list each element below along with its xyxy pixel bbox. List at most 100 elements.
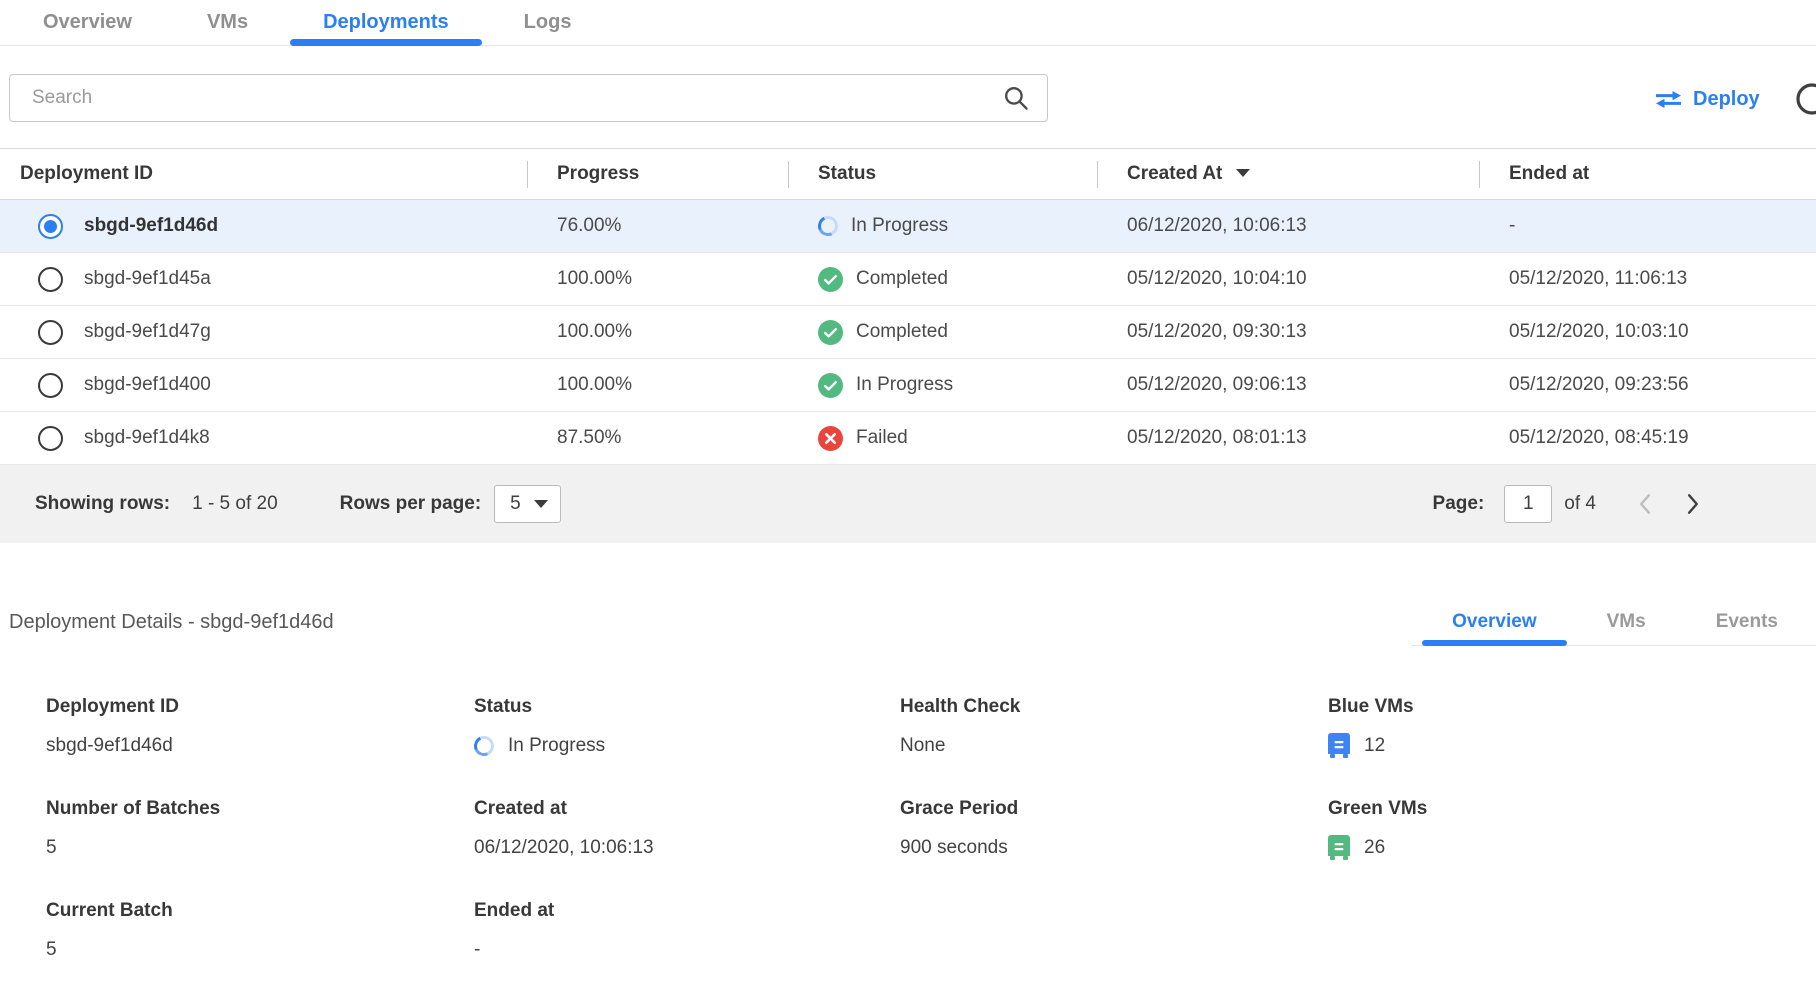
col-label: Created At	[1127, 163, 1222, 184]
blue-vm-icon	[1328, 733, 1350, 758]
field-label: Deployment ID	[46, 696, 474, 718]
field-value: 5	[46, 939, 57, 961]
details-tab-events[interactable]: Events	[1686, 599, 1808, 645]
col-label: Deployment ID	[20, 163, 153, 184]
chevron-left-icon	[1638, 493, 1651, 515]
deploy-transfer-icon	[1655, 90, 1682, 109]
search-icon	[1002, 84, 1030, 112]
details-grid: Deployment IDsbgd-9ef1d46dStatusIn Progr…	[0, 696, 1816, 1002]
status-label: In Progress	[851, 215, 948, 237]
field-value: 5	[46, 837, 57, 859]
progress-value: 100.00%	[527, 306, 788, 359]
table-row[interactable]: sbgd-9ef1d46d76.00%In Progress06/12/2020…	[0, 200, 1816, 253]
details-header: Deployment Details - sbgd-9ef1d46d Overv…	[0, 599, 1816, 646]
col-header-deployment-id[interactable]: Deployment ID	[0, 149, 527, 200]
status-label: Failed	[856, 427, 908, 449]
table-row[interactable]: sbgd-9ef1d47g100.00%Completed05/12/2020,…	[0, 306, 1816, 359]
column-divider	[527, 161, 528, 188]
detail-field-number-of-batches: Number of Batches5	[46, 798, 474, 860]
row-radio-button[interactable]	[38, 320, 63, 345]
deployment-id: sbgd-9ef1d46d	[84, 215, 218, 237]
search-input[interactable]	[9, 74, 1048, 122]
in-progress-spinner-icon	[471, 733, 497, 759]
sort-desc-icon	[1236, 169, 1250, 177]
ended-at-value: 05/12/2020, 08:45:19	[1479, 412, 1816, 465]
deployment-id: sbgd-9ef1d4k8	[84, 427, 210, 449]
table-row[interactable]: sbgd-9ef1d400 100.00% In Progress 05/12/202…	[0, 359, 1816, 412]
status-label: Completed	[856, 321, 948, 343]
tab-deployments[interactable]: Deployments	[290, 0, 482, 45]
field-label: Blue VMs	[1328, 696, 1816, 718]
previous-page-button[interactable]	[1638, 493, 1651, 515]
status-label: In Progress	[856, 374, 953, 396]
col-header-created-at[interactable]: Created At	[1097, 149, 1479, 200]
page-number-input[interactable]	[1504, 485, 1552, 523]
progress-value: 100.00%	[527, 253, 788, 306]
col-header-status[interactable]: Status	[788, 149, 1097, 200]
deployment-id: sbgd-9ef1d400	[84, 374, 211, 396]
green-vm-icon	[1328, 835, 1350, 860]
next-page-button[interactable]	[1687, 493, 1700, 515]
ended-at-value: 05/12/2020, 09:23:56	[1479, 359, 1816, 412]
field-value: None	[900, 735, 945, 757]
chevron-right-icon	[1687, 493, 1700, 515]
column-divider	[788, 161, 789, 188]
refresh-icon[interactable]	[1792, 80, 1816, 118]
detail-field-created-at: Created at 06/12/2020, 10:06:13	[474, 798, 900, 860]
detail-field-ended-at: Ended at-	[474, 900, 900, 962]
ended-at-value: 05/12/2020, 10:03:10	[1479, 306, 1816, 359]
detail-field-deployment-id: Deployment IDsbgd-9ef1d46d	[46, 696, 474, 758]
created-at-value: 05/12/2020, 09:30:13	[1097, 306, 1479, 359]
table-body: sbgd-9ef1d46d76.00%In Progress06/12/2020…	[0, 200, 1816, 465]
row-radio-button[interactable]	[38, 426, 63, 451]
field-value: 06/12/2020, 10:06:13	[474, 837, 654, 859]
completed-check-icon	[818, 320, 843, 345]
showing-rows-value: 1 - 5 of 20	[192, 493, 278, 515]
row-radio-button[interactable]	[38, 267, 63, 292]
field-value: -	[474, 939, 480, 961]
field-value: 900 seconds	[900, 837, 1008, 859]
details-tabs: OverviewVMsEvents	[1412, 599, 1816, 646]
created-at-value: 05/12/2020, 09:06:13	[1097, 359, 1479, 412]
table-row[interactable]: sbgd-9ef1d4k8 87.50% Failed 05/12/2020, 08:…	[0, 412, 1816, 465]
main-tabs: OverviewVMsDeploymentsLogs	[0, 0, 1816, 46]
deploy-label: Deploy	[1693, 88, 1760, 111]
table-row[interactable]: sbgd-9ef1d45a100.00%Completed05/12/2020,…	[0, 253, 1816, 306]
col-label: Status	[818, 163, 876, 184]
showing-rows-label: Showing rows:	[35, 493, 170, 515]
failed-x-icon	[818, 426, 843, 451]
detail-field-green-vms: Green VMs 26	[1328, 798, 1816, 860]
progress-value: 87.50%	[527, 412, 788, 465]
deployments-table: Deployment ID Progress Status Created At…	[0, 148, 1816, 465]
detail-field-status: StatusIn Progress	[474, 696, 900, 758]
details-tab-overview[interactable]: Overview	[1422, 599, 1567, 645]
field-label: Created at	[474, 798, 900, 820]
rows-per-page-label: Rows per page:	[340, 493, 481, 515]
search-box	[9, 74, 1048, 122]
tab-logs[interactable]: Logs	[491, 0, 605, 45]
ended-at-value: -	[1479, 200, 1816, 253]
field-label: Green VMs	[1328, 798, 1816, 820]
table-pagination: Showing rows: 1 - 5 of 20 Rows per page:…	[0, 465, 1816, 543]
tab-vms[interactable]: VMs	[174, 0, 281, 45]
col-header-ended-at[interactable]: Ended at	[1479, 149, 1816, 200]
details-tab-vms[interactable]: VMs	[1577, 599, 1676, 645]
col-header-progress[interactable]: Progress	[527, 149, 788, 200]
chevron-down-icon	[534, 500, 548, 508]
deployment-id: sbgd-9ef1d45a	[84, 268, 211, 290]
detail-field-health-check: Health Check None	[900, 696, 1328, 758]
created-at-value: 05/12/2020, 10:04:10	[1097, 253, 1479, 306]
pager: Page: of 4	[1433, 485, 1700, 523]
field-label: Health Check	[900, 696, 1328, 718]
row-radio-button[interactable]	[38, 214, 63, 239]
field-label: Status	[474, 696, 900, 718]
col-label: Ended at	[1509, 163, 1589, 184]
field-value: 26	[1364, 837, 1385, 859]
column-divider	[1097, 161, 1098, 188]
tab-overview[interactable]: Overview	[10, 0, 165, 45]
rows-per-page-select[interactable]: 5	[494, 485, 561, 523]
field-label: Grace Period	[900, 798, 1328, 820]
progress-value: 100.00%	[527, 359, 788, 412]
row-radio-button[interactable]	[38, 373, 63, 398]
deploy-button[interactable]: Deploy	[1655, 84, 1760, 114]
